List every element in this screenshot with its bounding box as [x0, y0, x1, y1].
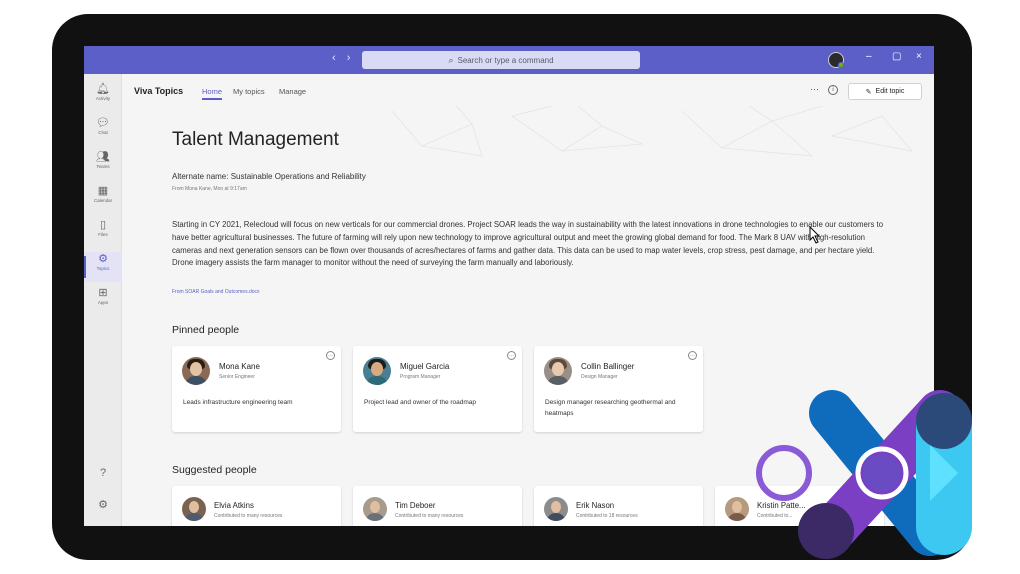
- search-box[interactable]: ⌕ Search or type a command: [362, 51, 640, 69]
- tab-my-topics[interactable]: My topics: [233, 87, 265, 96]
- person-name: Miguel Garcia: [400, 362, 450, 371]
- alternate-name: Alternate name: Sustainable Operations a…: [172, 172, 366, 181]
- teams-icon: 👥︎: [96, 151, 110, 163]
- avatar: [182, 357, 210, 385]
- apps-icon: ⊞: [98, 287, 108, 299]
- card-options-icon[interactable]: …: [688, 351, 697, 360]
- maximize-button[interactable]: ▢: [892, 51, 901, 62]
- rail-item-activity[interactable]: 🔔︎ Activity: [84, 82, 122, 112]
- avatar: [182, 497, 206, 521]
- topic-title: Talent Management: [172, 129, 339, 150]
- suggested-people-heading: Suggested people: [172, 464, 257, 476]
- edit-topic-label: Edit topic: [875, 88, 905, 95]
- rail-item-settings[interactable]: ⚙: [84, 498, 122, 526]
- alternate-name-source: From Mona Kane, Mon at 9:17am: [172, 186, 247, 192]
- app-header: Viva Topics Home My topics Manage ··· i …: [122, 74, 934, 106]
- title-bar: ‹ › ⌕ Search or type a command – ▢ ×: [84, 46, 934, 74]
- topics-icon: ⚙: [98, 253, 108, 265]
- person-description: Leads infrastructure engineering team: [183, 399, 293, 406]
- rail-item-label: Calendar: [93, 198, 113, 203]
- rail-item-label: Apps: [97, 300, 109, 305]
- rail-item-label: Files: [98, 232, 108, 237]
- nav-arrows[interactable]: ‹ ›: [332, 52, 354, 64]
- person-card[interactable]: Collin Ballinger Design Manager Design m…: [534, 346, 703, 432]
- suggested-person-card[interactable]: Erik Nason Contributed to 18 resources: [534, 486, 703, 526]
- avatar: [725, 497, 749, 521]
- pinned-people-heading: Pinned people: [172, 324, 240, 336]
- person-role: Program Manager: [400, 374, 441, 380]
- person-name: Collin Ballinger: [581, 362, 635, 371]
- rail-item-files[interactable]: ▯ Files: [84, 218, 122, 248]
- rail-item-label: Activity: [95, 96, 111, 101]
- avatar: [363, 357, 391, 385]
- help-icon: ?: [99, 467, 107, 479]
- suggested-person-card[interactable]: Elvia Atkins Contributed to many resourc…: [172, 486, 341, 526]
- card-options-icon[interactable]: …: [326, 351, 335, 360]
- description-source-link[interactable]: From SOAR Goals and Outcomes.docx: [172, 289, 260, 295]
- person-description: Design manager researching geothermal an…: [545, 399, 676, 417]
- rail-item-chat[interactable]: 💬︎ Chat: [84, 116, 122, 146]
- app-title: Viva Topics: [134, 86, 184, 96]
- rail-item-apps[interactable]: ⊞ Apps: [84, 286, 122, 316]
- calendar-icon: ▦: [97, 185, 109, 197]
- rail-item-label: Teams: [96, 164, 110, 169]
- person-name: Mona Kane: [219, 362, 260, 371]
- mouse-cursor-icon: [809, 226, 821, 244]
- person-role: Senior Engineer: [219, 374, 255, 380]
- rail-item-label: Chat: [98, 130, 108, 135]
- person-contribution: Contributed to 18 resources: [576, 513, 638, 519]
- person-role: Design Manager: [581, 374, 618, 380]
- edit-topic-button[interactable]: ✎ Edit topic: [848, 83, 922, 100]
- suggested-person-card[interactable]: Tim Deboer Contributed to many resources: [353, 486, 522, 526]
- bell-icon: 🔔︎: [96, 83, 110, 95]
- presence-dot: [838, 62, 844, 68]
- file-icon: ▯: [99, 219, 107, 231]
- tab-home[interactable]: Home: [202, 87, 223, 100]
- chat-icon: 💬︎: [96, 117, 110, 129]
- person-name: Erik Nason: [576, 501, 615, 510]
- rail-item-topics[interactable]: ⚙ Topics: [84, 252, 122, 282]
- person-card[interactable]: Mona Kane Senior Engineer Leads infrastr…: [172, 346, 341, 432]
- settings-icon: ⚙: [98, 499, 108, 511]
- left-rail: 🔔︎ Activity 💬︎ Chat 👥︎ Teams ▦ Calendar …: [84, 74, 122, 526]
- minimize-button[interactable]: –: [866, 51, 872, 62]
- topic-description: Starting in CY 2021, Relecloud will focu…: [172, 220, 884, 268]
- user-avatar[interactable]: [828, 52, 844, 68]
- info-icon[interactable]: i: [828, 85, 838, 95]
- avatar: [363, 497, 387, 521]
- person-name: Elvia Atkins: [214, 501, 254, 510]
- person-description: Project lead and owner of the roadmap: [364, 399, 477, 406]
- search-icon: ⌕: [448, 54, 454, 65]
- rail-item-teams[interactable]: 👥︎ Teams: [84, 150, 122, 180]
- person-name: Tim Deboer: [395, 501, 436, 510]
- rail-item-help[interactable]: ?: [84, 466, 122, 496]
- person-contribution: Contributed to many resources: [395, 513, 464, 519]
- tab-manage[interactable]: Manage: [279, 87, 306, 96]
- card-options-icon[interactable]: …: [507, 351, 516, 360]
- avatar: [544, 357, 572, 385]
- viva-topics-logo: [756, 390, 972, 559]
- person-contribution: Contributed to many resources: [214, 513, 283, 519]
- pencil-icon: ✎: [865, 88, 872, 96]
- close-button[interactable]: ×: [916, 51, 922, 62]
- rail-item-label: Topics: [96, 266, 110, 271]
- person-card[interactable]: Miguel Garcia Program Manager Project le…: [353, 346, 522, 432]
- rail-item-calendar[interactable]: ▦ Calendar: [84, 184, 122, 214]
- avatar: [544, 497, 568, 521]
- more-options-button[interactable]: ···: [810, 84, 819, 94]
- search-placeholder: Search or type a command: [457, 55, 554, 65]
